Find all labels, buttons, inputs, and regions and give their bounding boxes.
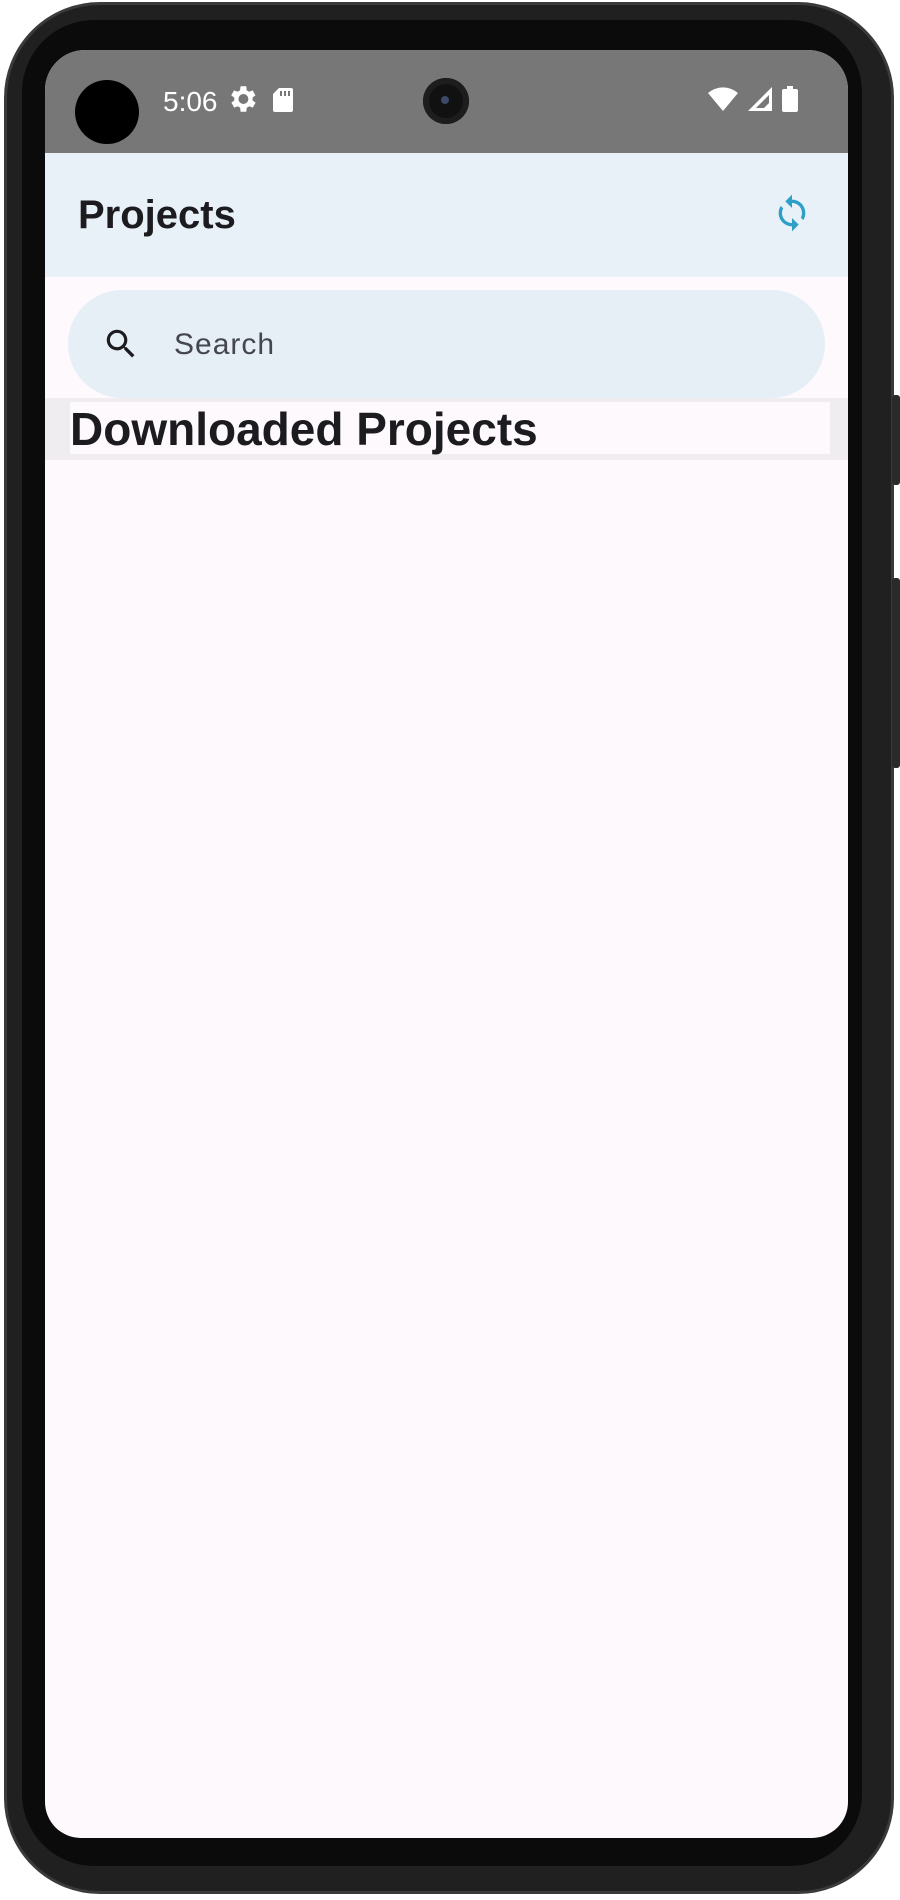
phone-frame: 5:06 Projects Search Downloaded Projects: [0, 0, 900, 1900]
page-title: Projects: [78, 193, 236, 237]
status-time: 5:06: [163, 86, 218, 117]
sd-card-icon: [273, 88, 293, 112]
power-button: [892, 578, 900, 768]
wifi-icon: [708, 87, 738, 111]
status-icons: [708, 86, 798, 112]
app-bar: Projects: [45, 153, 848, 277]
settings-status-icon: [231, 86, 256, 112]
volume-button: [892, 395, 900, 485]
status-bar: 5:06: [45, 50, 848, 153]
search-input[interactable]: [172, 312, 776, 378]
sync-icon: [778, 194, 806, 232]
screen: 5:06 Projects Search Downloaded Projects: [45, 50, 848, 1838]
downloaded-group-overlay: [45, 398, 848, 460]
camera-cutout: [75, 80, 139, 144]
search-bar[interactable]: [68, 290, 825, 398]
signal-icon: [748, 87, 772, 111]
search-icon: [106, 329, 135, 358]
front-camera: [423, 78, 469, 124]
sync-button[interactable]: [764, 185, 820, 241]
battery-icon: [782, 86, 798, 112]
